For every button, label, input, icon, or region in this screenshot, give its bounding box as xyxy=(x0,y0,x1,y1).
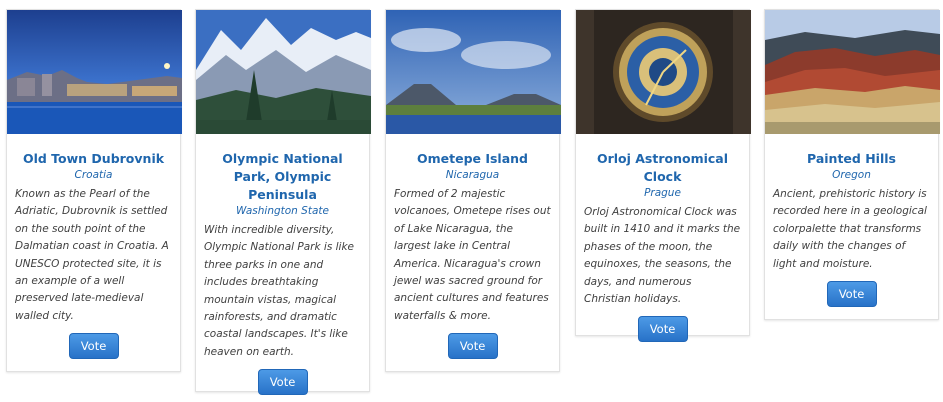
vote-button[interactable]: Vote xyxy=(257,369,308,396)
card-location: Washington State xyxy=(236,205,329,217)
vote-button[interactable]: Vote xyxy=(637,316,688,343)
vote-button[interactable]: Vote xyxy=(826,281,877,308)
card-location: Prague xyxy=(644,187,681,199)
destination-card-orloj: Orloj Astronomical Clock Prague Orloj As… xyxy=(575,9,751,343)
card-location: Croatia xyxy=(74,169,113,181)
vote-button[interactable]: Vote xyxy=(68,333,119,360)
vote-button[interactable]: Vote xyxy=(447,333,498,360)
destination-card-painted-hills: Painted Hills Oregon Ancient, prehistori… xyxy=(764,9,940,320)
card-description: Formed of 2 majestic volcanoes, Ometepe … xyxy=(394,188,551,322)
dubrovnik-photo xyxy=(7,10,182,134)
destination-card-ometepe: Ometepe Island Nicaragua Formed of 2 maj… xyxy=(385,9,561,372)
card-location: Nicaragua xyxy=(445,169,500,181)
card-title: Old Town Dubrovnik xyxy=(22,151,165,166)
card-description: Known as the Pearl of the Adriatic, Dubr… xyxy=(15,188,169,322)
card-title: Painted Hills xyxy=(807,151,896,166)
destination-card-dubrovnik: Old Town Dubrovnik Croatia Known as the … xyxy=(6,9,182,372)
card-location: Oregon xyxy=(832,169,871,181)
ometepe-photo xyxy=(386,10,561,134)
destination-card-olympic: Olympic National Park, Olympic Peninsula… xyxy=(195,9,371,396)
card-title: Olympic National Park, Olympic Peninsula xyxy=(222,151,343,202)
olympic-photo xyxy=(196,10,371,134)
orloj-clock-photo xyxy=(576,10,751,134)
card-title: Orloj Astronomical Clock xyxy=(596,151,729,184)
painted-hills-photo xyxy=(765,10,940,134)
card-description: With incredible diversity, Olympic Natio… xyxy=(204,224,355,358)
card-description: Ancient, prehistoric history is recorded… xyxy=(773,188,927,270)
card-description: Orloj Astronomical Clock was built in 14… xyxy=(584,206,741,306)
card-title: Ometepe Island xyxy=(416,151,529,166)
